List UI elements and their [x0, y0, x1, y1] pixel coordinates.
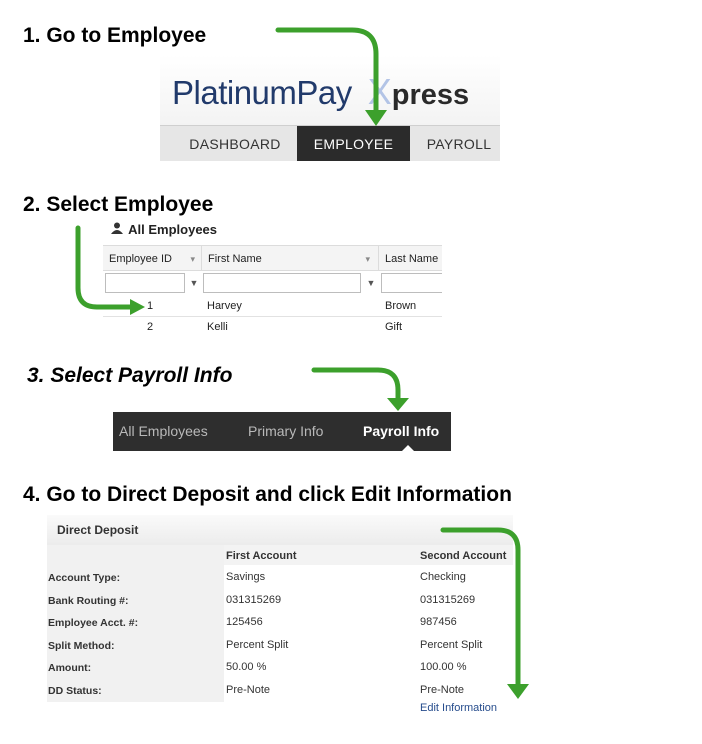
first-account-value: Savings [226, 571, 266, 583]
second-account-value: Pre-Note [420, 684, 465, 696]
field-label: Bank Routing #: [48, 595, 129, 607]
brand-name: PlatinumPay [172, 74, 352, 111]
table-row[interactable]: 2 Kelli Gift [103, 317, 442, 336]
person-icon [111, 222, 125, 237]
col-header-label: Employee ID [109, 253, 172, 265]
tab-all-employees[interactable]: All Employees [119, 412, 208, 451]
second-account-value: 100.00 % [420, 661, 467, 673]
table-row[interactable]: 1 Harvey Brown [103, 296, 442, 317]
field-label: Account Type: [48, 572, 121, 584]
first-account-value: 031315269 [226, 594, 282, 606]
field-label: Amount: [48, 662, 92, 674]
field-label: DD Status: [48, 685, 102, 697]
first-account-value: 125456 [226, 616, 263, 628]
filter-input-first-name[interactable] [203, 273, 361, 293]
cell-first-name: Kelli [207, 321, 228, 333]
second-account-value: 987456 [420, 616, 457, 628]
second-account-value: Percent Split [420, 639, 483, 651]
filter-input-last-name[interactable] [381, 273, 442, 293]
arrow-head [387, 398, 409, 411]
filter-input-employee-id[interactable] [105, 273, 185, 293]
grid-title: All Employees [111, 222, 217, 237]
col-header-employee-id[interactable]: Employee ID ▾ [103, 245, 202, 271]
col-header-last-name[interactable]: Last Name [379, 245, 442, 271]
field-label: Split Method: [48, 640, 115, 652]
top-nav: DASHBOARD EMPLOYEE PAYROLL [160, 125, 500, 161]
step-1-title: 1. Go to Employee [23, 24, 207, 47]
filter-icon[interactable]: ▼ [187, 273, 201, 293]
filter-icon[interactable]: ▼ [364, 273, 378, 293]
brand-x-letter: X [367, 71, 392, 112]
arrow-annotation [311, 367, 401, 403]
col-header-first-name[interactable]: First Name ▾ [202, 245, 379, 271]
step-4-title: 4. Go to Direct Deposit and click Edit I… [23, 483, 512, 506]
brand-suffix: press [391, 79, 470, 111]
first-account-value: Percent Split [226, 639, 289, 651]
nav-payroll[interactable]: PAYROLL [418, 126, 500, 161]
panel-title: Direct Deposit [57, 523, 139, 537]
step-3-title: 3. Select Payroll Info [27, 364, 233, 387]
filter-icon[interactable]: ▾ [365, 246, 370, 272]
filter-icon[interactable]: ▾ [190, 246, 195, 272]
first-account-value: 50.00 % [226, 661, 267, 673]
first-account-value: Pre-Note [226, 684, 271, 696]
step-2-title: 2. Select Employee [23, 193, 214, 216]
cell-employee-id: 2 [147, 321, 154, 333]
nav-employee[interactable]: EMPLOYEE [297, 126, 410, 161]
cell-last-name: Gift [385, 321, 403, 333]
active-tab-indicator [402, 445, 414, 451]
employee-grid: All Employees Employee ID ▾ First Name ▾… [103, 218, 442, 336]
col-header-first-account: First Account [226, 550, 297, 562]
cell-last-name: Brown [385, 300, 417, 312]
col-header-second-account: Second Account [420, 550, 507, 562]
app-header: PlatinumPay Xpress DASHBOARD EMPLOYEE PAY… [160, 55, 500, 161]
grid-title-text: All Employees [128, 222, 218, 237]
employee-tab-bar: All Employees Primary Info Payroll Info [113, 412, 451, 451]
second-account-value: 031315269 [420, 594, 476, 606]
edit-information-link[interactable]: Edit Information [420, 702, 497, 714]
cell-first-name: Harvey [207, 300, 242, 312]
nav-dashboard[interactable]: DASHBOARD [180, 126, 290, 161]
field-label: Employee Acct. #: [48, 617, 139, 629]
second-account-value: Checking [420, 571, 466, 583]
brand-logo: PlatinumPay Xpress [172, 71, 469, 113]
tab-primary-info[interactable]: Primary Info [248, 412, 323, 451]
direct-deposit-panel: Direct Deposit First Account Second Acco… [47, 515, 513, 716]
col-header-label: First Name [208, 253, 262, 265]
col-header-label: Last Name [385, 253, 439, 265]
cell-employee-id: 1 [147, 300, 154, 312]
panel-header: Direct Deposit [47, 515, 513, 545]
